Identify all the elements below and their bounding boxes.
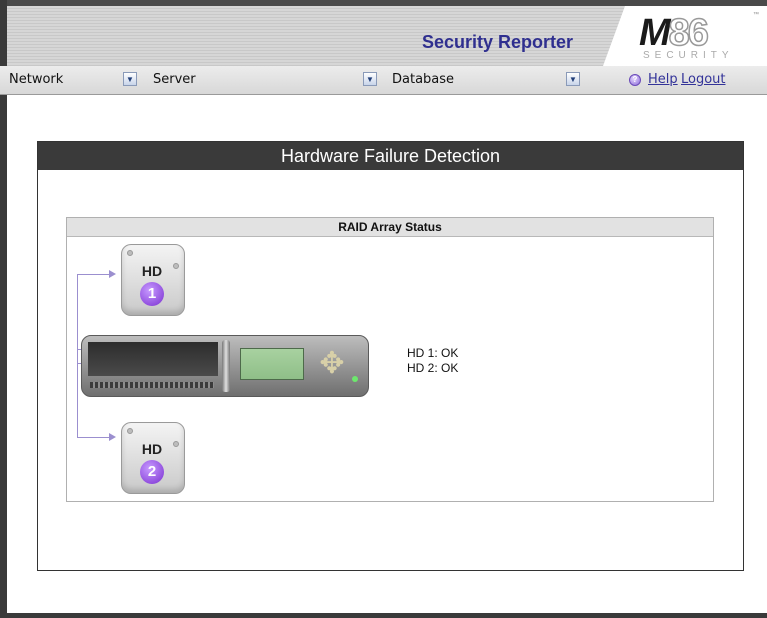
brand-logo: M86 ™ SECURITY bbox=[603, 6, 767, 66]
help-link[interactable]: Help bbox=[648, 72, 678, 87]
logo-trademark: ™ bbox=[753, 12, 759, 18]
panel-title: Hardware Failure Detection bbox=[38, 142, 743, 170]
vent-grille bbox=[90, 382, 214, 388]
arrow-right-icon bbox=[109, 433, 116, 441]
hd1-status: HD 1: OK bbox=[407, 346, 459, 360]
server-dropdown-icon[interactable]: ▼ bbox=[363, 72, 377, 86]
disk-number-badge: 1 bbox=[140, 282, 164, 306]
lcd-display bbox=[240, 348, 304, 380]
screw-icon bbox=[127, 250, 133, 256]
app-header: Security Reporter M86 ™ SECURITY bbox=[7, 0, 767, 66]
directional-pad-icon: ✥ bbox=[319, 347, 345, 380]
database-dropdown-icon[interactable]: ▼ bbox=[566, 72, 580, 86]
server-handle bbox=[222, 340, 230, 392]
main-navbar: Network ▼ Server ▼ Database ▼ ? Help Log… bbox=[0, 66, 767, 95]
hd2-status: HD 2: OK bbox=[407, 361, 459, 375]
connector-top bbox=[77, 274, 111, 275]
hard-disk-1-icon: HD 1 bbox=[121, 244, 185, 316]
app-title: Security Reporter bbox=[422, 32, 574, 52]
logo-mark: M86 bbox=[639, 11, 710, 55]
hardware-failure-panel: Hardware Failure Detection RAID Array St… bbox=[37, 141, 744, 571]
logout-link[interactable]: Logout bbox=[681, 72, 726, 87]
raid-status-text: HD 1: OK HD 2: OK bbox=[407, 346, 458, 376]
network-dropdown-icon[interactable]: ▼ bbox=[123, 72, 137, 86]
screw-icon bbox=[127, 428, 133, 434]
disk-label: HD bbox=[141, 263, 163, 279]
help-icon[interactable]: ? bbox=[629, 74, 641, 86]
raid-title: RAID Array Status bbox=[67, 218, 713, 237]
connector-bottom bbox=[77, 437, 111, 438]
menu-network[interactable]: Network bbox=[9, 72, 63, 87]
raid-server-icon: ✥ bbox=[81, 335, 369, 397]
menu-database[interactable]: Database bbox=[392, 72, 454, 87]
raid-array-status-box: RAID Array Status HD 1 ✥ HD 2 HD 1: OK H… bbox=[66, 217, 714, 502]
drive-bay bbox=[88, 342, 218, 376]
hard-disk-2-icon: HD 2 bbox=[121, 422, 185, 494]
disk-number-badge: 2 bbox=[140, 460, 164, 484]
connector-vertical bbox=[77, 274, 78, 437]
logo-subtitle: SECURITY bbox=[643, 50, 734, 61]
disk-label: HD bbox=[141, 441, 163, 457]
arrow-right-icon bbox=[109, 270, 116, 278]
status-led bbox=[352, 376, 358, 382]
menu-server[interactable]: Server bbox=[153, 72, 196, 87]
